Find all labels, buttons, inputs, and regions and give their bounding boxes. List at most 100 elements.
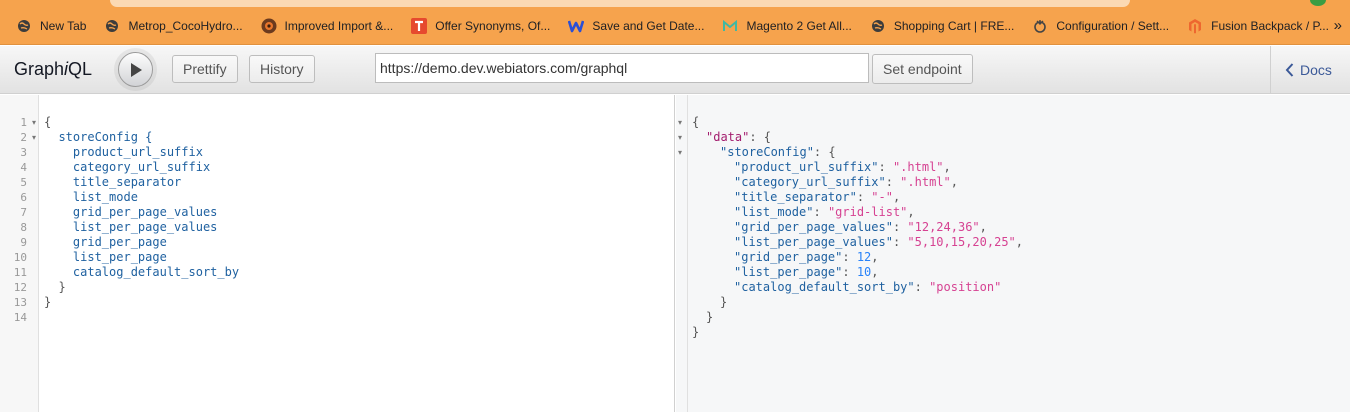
result-line: "catalog_default_sort_by": "position" <box>734 280 1002 294</box>
bookmark-offer-synonyms[interactable]: Offer Synonyms, Of... <box>407 13 564 39</box>
bookmark-metrop[interactable]: Metrop_CocoHydro... <box>100 13 256 39</box>
result-viewer[interactable]: ▾ ▾ ▾ {"data": {"storeConfig": {"product_u… <box>676 95 1350 412</box>
result-line: "storeConfig": { <box>720 145 836 159</box>
result-field-value: ".html" <box>900 175 951 189</box>
query-line: grid_per_page_values <box>44 205 218 219</box>
line-number: 1 ▾ <box>0 115 39 130</box>
query-editor[interactable]: 1 ▾ 2 ▾ 3 4 5 6 7 8 9 10 11 12 13 14 { storeConfig { pr… <box>0 95 675 412</box>
query-line: } <box>44 295 52 309</box>
line-number-text: 9 <box>20 236 27 249</box>
line-number: 6 <box>0 190 39 205</box>
line-number-gutter: 1 ▾ 2 ▾ 3 4 5 6 7 8 9 10 11 12 13 14 <box>0 95 39 412</box>
line-number: 13 <box>0 295 39 310</box>
prettify-button[interactable]: Prettify <box>172 55 238 83</box>
bookmarks-overflow-button[interactable]: » <box>1334 16 1342 36</box>
line-number: 7 <box>0 205 39 220</box>
globe-icon <box>16 18 32 34</box>
result-field-key: "product_url_suffix" <box>734 160 879 174</box>
magento-m-icon <box>722 18 738 34</box>
bookmark-configuration[interactable]: Configuration / Sett... <box>1028 13 1183 39</box>
line-number-text: 13 <box>13 296 27 309</box>
bookmark-label: Configuration / Sett... <box>1056 19 1170 33</box>
execute-query-button[interactable] <box>118 52 153 87</box>
bookmark-magento-get-all[interactable]: Magento 2 Get All... <box>718 13 865 39</box>
result-field-key: "title_separator" <box>734 190 857 204</box>
bookmark-new-tab[interactable]: New Tab <box>12 13 100 39</box>
result-field-value: "position" <box>929 280 1002 294</box>
query-line: grid_per_page <box>44 235 167 249</box>
query-line: catalog_default_sort_by <box>44 265 240 279</box>
configuration-icon <box>1032 18 1048 34</box>
webiators-w-icon <box>568 18 585 34</box>
line-number-text: 1 <box>20 116 27 129</box>
line-number: 5 <box>0 175 39 190</box>
bookmark-save-get-date[interactable]: Save and Get Date... <box>564 13 718 39</box>
graphiql-title: GraphiQL <box>14 59 93 79</box>
line-number-text: 3 <box>20 146 27 159</box>
profile-avatar[interactable] <box>1310 0 1326 6</box>
history-button[interactable]: History <box>249 55 315 83</box>
line-number: 11 <box>0 265 39 280</box>
fold-arrow-icon[interactable]: ▾ <box>32 130 36 145</box>
fold-arrow-icon[interactable]: ▾ <box>678 115 682 130</box>
line-number-text: 14 <box>13 311 27 324</box>
line-number: 12 <box>0 280 39 295</box>
result-line: { <box>692 115 700 129</box>
query-line: category_url_suffix <box>44 160 211 174</box>
line-number: 2 ▾ <box>0 130 39 145</box>
result-line: "title_separator": "-", <box>734 190 901 204</box>
result-line: } <box>720 295 728 309</box>
graphiql-toolbar: GraphiQL Prettify History Set endpoint D… <box>0 46 1350 94</box>
result-field-key: "category_url_suffix" <box>734 175 886 189</box>
result-store-config-key: "storeConfig" <box>720 145 814 159</box>
bookmark-label: Metrop_CocoHydro... <box>128 19 243 33</box>
result-field-value: 10 <box>856 265 872 279</box>
line-number-text: 11 <box>13 266 27 279</box>
endpoint-input[interactable] <box>375 53 869 83</box>
result-field-value: ".html" <box>892 160 944 174</box>
fold-arrow-icon[interactable]: ▾ <box>32 115 36 130</box>
query-line: title_separator <box>44 175 182 189</box>
result-field-key: "list_mode" <box>734 205 814 219</box>
result-line: "category_url_suffix": ".html", <box>734 175 958 189</box>
globe-icon <box>870 18 886 34</box>
result-line: "grid_per_page_values": "12,24,36", <box>734 220 987 234</box>
bookmark-label: Fusion Backpack / P... <box>1211 19 1329 33</box>
bookmarks-bar: New Tab Metrop_CocoHydro... Improved Imp… <box>0 8 1350 45</box>
result-line: "list_mode": "grid-list", <box>734 205 915 219</box>
query-line: product_url_suffix <box>44 145 203 159</box>
line-number-text: 4 <box>20 161 27 174</box>
bookmark-shopping-cart[interactable]: Shopping Cart | FRE... <box>866 13 1029 39</box>
result-line: "list_per_page": 10, <box>734 265 879 279</box>
line-number: 14 <box>0 310 39 325</box>
result-line: "list_per_page_values": "5,10,15,20,25", <box>734 235 1024 249</box>
magento-logo-icon <box>1187 18 1203 34</box>
query-line: { <box>44 115 52 129</box>
browser-address-bar-edge[interactable] <box>110 0 1130 7</box>
line-number-text: 5 <box>20 176 27 189</box>
result-field-key: "catalog_default_sort_by" <box>734 280 915 294</box>
query-line: list_per_page_values <box>44 220 218 234</box>
result-line: "product_url_suffix": ".html", <box>734 160 951 174</box>
result-line: } <box>692 325 700 339</box>
bookmark-fusion-backpack[interactable]: Fusion Backpack / P... <box>1183 13 1343 39</box>
bookmark-improved-import[interactable]: Improved Import &... <box>257 13 408 39</box>
offer-synonyms-icon <box>411 18 428 34</box>
result-fold-gutter: ▾ ▾ ▾ <box>676 95 688 412</box>
line-number-text: 10 <box>13 251 27 264</box>
result-field-key: "list_per_page" <box>734 265 843 279</box>
docs-button[interactable]: Docs <box>1270 46 1350 94</box>
result-field-value: "grid-list" <box>827 205 908 219</box>
line-number: 4 <box>0 160 39 175</box>
set-endpoint-button[interactable]: Set endpoint <box>872 54 973 84</box>
line-number-text: 6 <box>20 191 27 204</box>
line-number-text: 2 <box>20 131 27 144</box>
line-number: 10 <box>0 250 39 265</box>
line-number: 9 <box>0 235 39 250</box>
fold-arrow-icon[interactable]: ▾ <box>678 130 682 145</box>
line-number: 8 <box>0 220 39 235</box>
query-line: list_per_page <box>44 250 167 264</box>
fold-arrow-icon[interactable]: ▾ <box>678 145 682 160</box>
result-data-key: "data" <box>706 130 750 144</box>
result-field-key: "grid_per_page_values" <box>734 220 893 234</box>
